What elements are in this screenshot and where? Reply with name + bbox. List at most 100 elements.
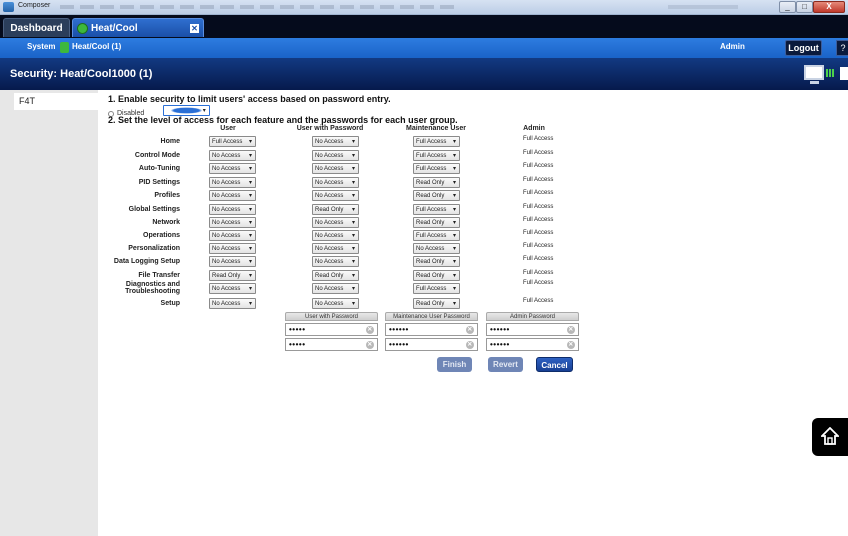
- admin-access-value: Full Access: [523, 217, 554, 223]
- logout-button[interactable]: Logout: [785, 40, 822, 56]
- clear-icon[interactable]: ✕: [366, 326, 374, 334]
- step2-heading: 2. Set the level of access for each feat…: [108, 115, 458, 125]
- user-with-password-access-select[interactable]: No Access: [312, 256, 359, 267]
- user-access-select[interactable]: No Access: [209, 177, 256, 188]
- user-with-password-access-select[interactable]: Read Only: [312, 270, 359, 281]
- maintenance-access-select[interactable]: Read Only: [413, 298, 460, 309]
- user-access-select[interactable]: No Access: [209, 150, 256, 161]
- user-access-select[interactable]: No Access: [209, 298, 256, 309]
- nav-heat-cool-link[interactable]: Heat/Cool (1): [72, 42, 121, 51]
- maintenance-access-select[interactable]: Read Only: [413, 256, 460, 267]
- user-with-password-access-select[interactable]: No Access: [312, 177, 359, 188]
- column-header-maintenance-user: Maintenance User: [406, 125, 466, 132]
- page-header: Security: Heat/Cool1000 (1): [0, 58, 848, 90]
- window-titlebar: Composer _ □ X: [0, 0, 848, 15]
- tab-heat-cool[interactable]: Heat/Cool (192.168.0.222) ✕: [72, 18, 204, 53]
- user-access-select[interactable]: Full Access: [209, 136, 256, 147]
- table-row: Home Full Access No Access Full Access Full …: [98, 136, 848, 149]
- app-window: Composer _ □ X Dashboard Heat/Cool (192.…: [0, 0, 848, 536]
- feature-label: Home: [160, 138, 180, 145]
- security-panel: 1. Enable security to limit users' acces…: [98, 90, 848, 536]
- user-access-select[interactable]: No Access: [209, 243, 256, 254]
- signal-icon: [826, 69, 834, 77]
- leaf-icon: [60, 42, 69, 53]
- feature-label: Personalization: [128, 245, 180, 252]
- admin-password-field[interactable]: •••••• ✕: [486, 323, 579, 336]
- maintenance-access-select[interactable]: Full Access: [413, 204, 460, 215]
- maintenance-access-select[interactable]: Full Access: [413, 136, 460, 147]
- user-password-confirm-field[interactable]: ••••• ✕: [285, 338, 378, 351]
- user-access-select[interactable]: No Access: [209, 230, 256, 241]
- maintenance-access-select[interactable]: Read Only: [413, 177, 460, 188]
- monitor-icon[interactable]: [804, 65, 824, 84]
- maintenance-access-select[interactable]: Read Only: [413, 270, 460, 281]
- maintenance-access-select[interactable]: Read Only: [413, 190, 460, 201]
- help-button[interactable]: ?: [836, 40, 848, 56]
- maintenance-password-value: ••••••: [389, 325, 409, 334]
- menu-bar: [60, 5, 460, 9]
- maintenance-access-select[interactable]: Full Access: [413, 163, 460, 174]
- security-radio-group: Disabled Enabled: [108, 105, 210, 117]
- user-with-password-access-select[interactable]: No Access: [312, 136, 359, 147]
- maintenance-password-header: Maintenance User Password: [385, 312, 478, 321]
- maintenance-access-select[interactable]: Full Access: [413, 230, 460, 241]
- feature-label: Control Mode: [134, 152, 180, 159]
- close-window-button[interactable]: X: [813, 1, 845, 13]
- tab-strip: Dashboard Heat/Cool (192.168.0.222) ✕: [0, 15, 848, 53]
- user-password-panel: User with Password ••••• ✕ ••••• ✕: [285, 312, 378, 352]
- user-access-select[interactable]: No Access: [209, 204, 256, 215]
- admin-password-confirm-field[interactable]: •••••• ✕: [486, 338, 579, 351]
- user-with-password-access-select[interactable]: No Access: [312, 283, 359, 294]
- user-with-password-access-select[interactable]: No Access: [312, 163, 359, 174]
- user-access-select[interactable]: Read Only: [209, 270, 256, 281]
- table-row: File Transfer Read Only Read Only Read Only…: [98, 270, 848, 283]
- user-access-select[interactable]: No Access: [209, 217, 256, 228]
- user-with-password-access-select[interactable]: No Access: [312, 190, 359, 201]
- table-row: Network No Access No Access Read Only Full A…: [98, 217, 848, 230]
- maximize-button[interactable]: □: [796, 1, 813, 13]
- user-access-select[interactable]: No Access: [209, 190, 256, 201]
- maintenance-access-select[interactable]: Full Access: [413, 283, 460, 294]
- cancel-button[interactable]: Cancel: [536, 357, 573, 372]
- revert-button[interactable]: Revert: [488, 357, 523, 372]
- table-row: Global Settings No Access Read Only Full Ac…: [98, 204, 848, 217]
- user-with-password-access-select[interactable]: Read Only: [312, 204, 359, 215]
- feature-label: Global Settings: [128, 206, 180, 213]
- finish-button[interactable]: Finish: [437, 357, 472, 372]
- maintenance-access-select[interactable]: Read Only: [413, 217, 460, 228]
- table-row: Profiles No Access No Access Read Only Full …: [98, 190, 848, 203]
- user-access-select[interactable]: No Access: [209, 163, 256, 174]
- user-access-select[interactable]: No Access: [209, 256, 256, 267]
- nav-system-link[interactable]: System: [27, 42, 55, 51]
- user-with-password-access-select[interactable]: No Access: [312, 230, 359, 241]
- admin-access-value: Full Access: [523, 150, 554, 156]
- maintenance-password-confirm-field[interactable]: •••••• ✕: [385, 338, 478, 351]
- feature-label: File Transfer: [138, 272, 180, 279]
- maintenance-access-select[interactable]: Full Access: [413, 150, 460, 161]
- clear-icon[interactable]: ✕: [567, 326, 575, 334]
- user-access-select[interactable]: No Access: [209, 283, 256, 294]
- user-with-password-access-select[interactable]: No Access: [312, 217, 359, 228]
- clear-icon[interactable]: ✕: [567, 341, 575, 349]
- display-icon[interactable]: [840, 67, 848, 80]
- user-with-password-access-select[interactable]: No Access: [312, 150, 359, 161]
- user-with-password-access-select[interactable]: No Access: [312, 298, 359, 309]
- home-button[interactable]: [812, 418, 848, 456]
- clear-icon[interactable]: ✕: [466, 326, 474, 334]
- admin-access-value: Full Access: [523, 190, 554, 196]
- maximize-icon: □: [802, 2, 807, 11]
- tab-dashboard[interactable]: Dashboard: [3, 18, 70, 37]
- navigation-bar: System Heat/Cool (1) Admin Logout ?: [0, 38, 848, 58]
- clear-icon[interactable]: ✕: [366, 341, 374, 349]
- user-password-field[interactable]: ••••• ✕: [285, 323, 378, 336]
- maintenance-access-select[interactable]: No Access: [413, 243, 460, 254]
- maintenance-password-field[interactable]: •••••• ✕: [385, 323, 478, 336]
- feature-label: Setup: [160, 300, 180, 307]
- tab-close-icon[interactable]: ✕: [190, 24, 199, 33]
- minimize-button[interactable]: _: [779, 1, 796, 13]
- table-row: PID Settings No Access No Access Read Only F…: [98, 177, 848, 190]
- sidebar-item-f4t[interactable]: F4T: [14, 93, 98, 110]
- user-with-password-access-select[interactable]: No Access: [312, 243, 359, 254]
- clear-icon[interactable]: ✕: [466, 341, 474, 349]
- admin-access-value: Full Access: [523, 256, 554, 262]
